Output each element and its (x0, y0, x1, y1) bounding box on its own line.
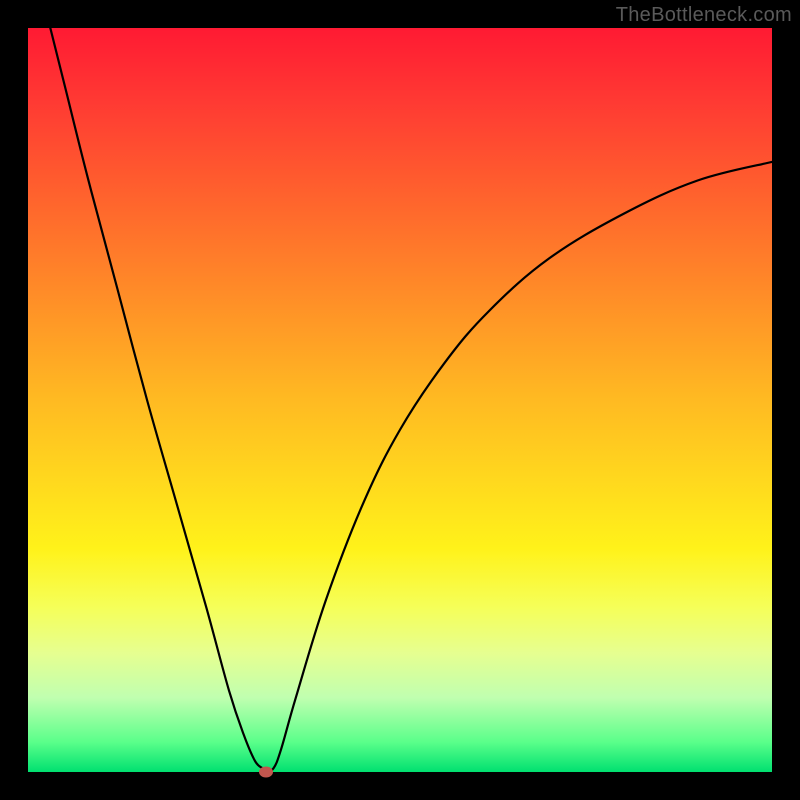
plot-area (28, 28, 772, 772)
bottleneck-curve (28, 28, 772, 772)
watermark-text: TheBottleneck.com (616, 4, 792, 27)
min-marker (259, 767, 273, 778)
chart-frame: TheBottleneck.com (0, 0, 800, 800)
